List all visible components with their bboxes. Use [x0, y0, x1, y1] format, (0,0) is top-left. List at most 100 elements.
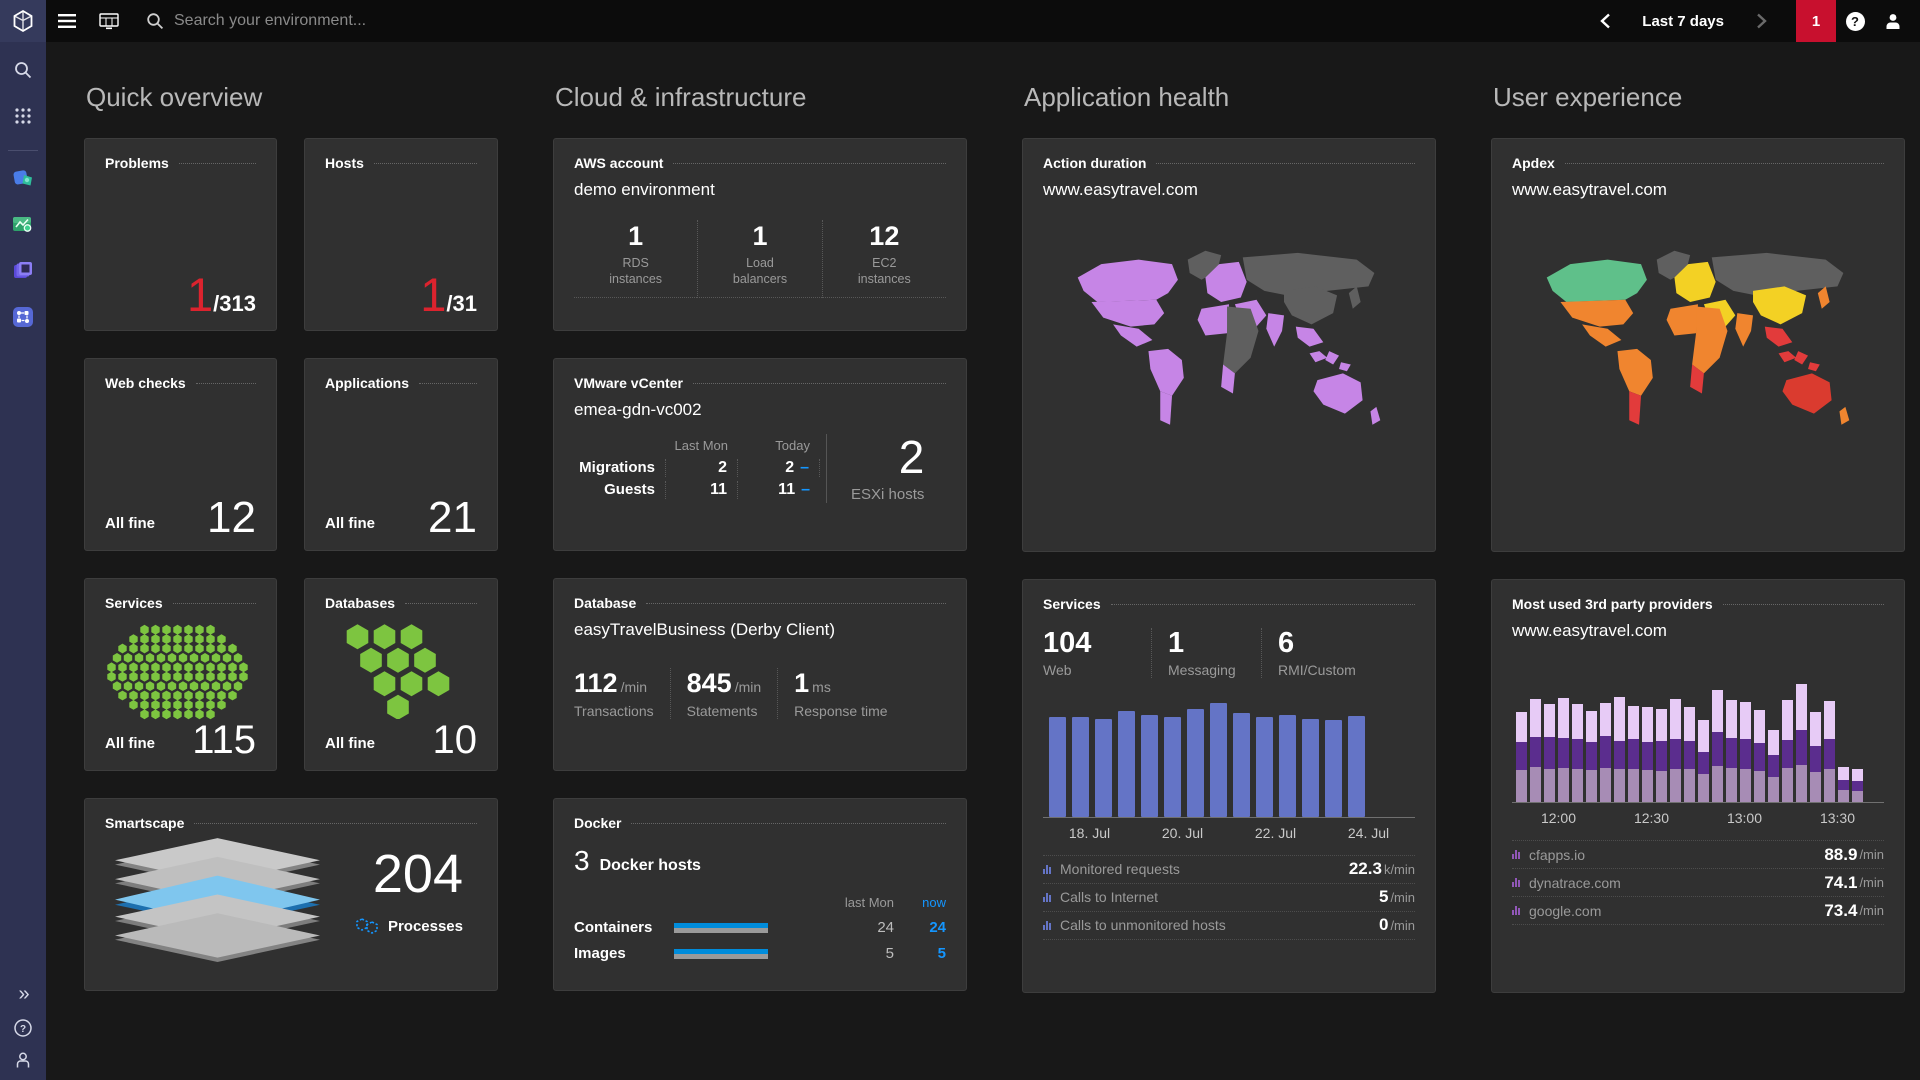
- images-sparkbar: [674, 948, 768, 959]
- tile-title: Smartscape: [105, 815, 185, 831]
- tile-hosts[interactable]: Hosts 1/31: [304, 138, 498, 331]
- help-icon[interactable]: ?: [1836, 0, 1874, 42]
- title-rule: [1110, 603, 1415, 605]
- map-region-argentina: [1629, 391, 1642, 425]
- tile-apdex[interactable]: Apdex www.easytravel.com: [1491, 138, 1905, 552]
- provider-row-google[interactable]: google.com 73.4/min: [1512, 897, 1884, 925]
- docker-hosts-count: 3: [574, 845, 590, 876]
- map-region-usa: [1560, 299, 1634, 327]
- help-circle-icon[interactable]: ?: [13, 1018, 33, 1038]
- map-region-new_zealand: [1839, 406, 1850, 425]
- title-rule: [172, 602, 256, 604]
- tile-title: Hosts: [325, 155, 364, 171]
- map-region-japan: [1348, 286, 1361, 309]
- status-label: All fine: [325, 735, 376, 752]
- map-region-usa: [1091, 299, 1165, 327]
- docker-table: last Mon now Containers 24 24 Images 5 5: [574, 895, 946, 962]
- tile-docker[interactable]: Docker 3 Docker hosts last Mon now Conta…: [553, 798, 967, 991]
- search-bar[interactable]: [134, 12, 1586, 30]
- title-rule: [631, 822, 946, 824]
- smartscape-layers-icon: [115, 838, 320, 962]
- db-stat-statements: 845/min Statements: [669, 668, 778, 719]
- map-region-india: [1735, 313, 1754, 347]
- tile-database[interactable]: Database easyTravelBusiness (Derby Clien…: [553, 578, 967, 771]
- title-rule: [405, 602, 477, 604]
- provider-row-cfapps[interactable]: cfapps.io 88.9/min: [1512, 841, 1884, 869]
- providers-chart-x-axis: 12:00 12:30 13:00 13:30: [1540, 810, 1856, 826]
- application-name: www.easytravel.com: [1512, 180, 1667, 199]
- section-header-quick-overview: Quick overview: [86, 82, 263, 112]
- application-name: www.easytravel.com: [1512, 621, 1667, 640]
- sidebar-search-icon[interactable]: [0, 52, 46, 88]
- tile-services-health[interactable]: Services 104 Web 1 Messaging 6 RMI/Custo…: [1022, 579, 1436, 993]
- expand-sidebar-icon[interactable]: »: [18, 983, 29, 1006]
- esxi-hosts-stat: 2 ESXi hosts: [826, 434, 924, 503]
- processes-count: 204: [372, 844, 463, 904]
- processes-label: Processes: [387, 917, 463, 935]
- workflows-app-icon[interactable]: [0, 299, 46, 335]
- provider-row-dynatrace[interactable]: dynatrace.com 74.1/min: [1512, 869, 1884, 897]
- tile-services-overview[interactable]: Services All fine 115: [84, 578, 277, 771]
- services-stat-rmi: 6 RMI/Custom: [1261, 627, 1372, 678]
- problems-badge[interactable]: 1: [1796, 0, 1836, 42]
- map-region-china: [1753, 286, 1807, 325]
- db-stat-response-time: 1 ms Response time: [777, 668, 903, 719]
- menu-icon[interactable]: [46, 0, 88, 42]
- services-bar-chart: [1043, 700, 1415, 818]
- tile-title: Web checks: [105, 375, 186, 391]
- hosts-problem-count: 1: [420, 268, 447, 321]
- apps-grid-icon[interactable]: [0, 98, 46, 134]
- tile-vmware[interactable]: VMware vCenter emea-gdn-vc002 Last Mon T…: [553, 358, 967, 551]
- tile-web-checks[interactable]: Web checks All fine 12: [84, 358, 277, 551]
- docker-hosts-label: Docker hosts: [599, 857, 701, 874]
- section-header-cloud: Cloud & infrastructure: [555, 82, 807, 112]
- sidebar: » ?: [0, 0, 46, 1080]
- database-name: easyTravelBusiness (Derby Client): [574, 620, 836, 639]
- search-input[interactable]: [174, 12, 594, 30]
- time-forward-button[interactable]: [1742, 0, 1780, 42]
- app-logo[interactable]: [0, 0, 46, 42]
- tile-databases-overview[interactable]: Databases All fine 10: [304, 578, 498, 771]
- observability-app-icon[interactable]: [0, 161, 46, 197]
- cube-logo-icon: [13, 9, 33, 33]
- tile-title: VMware vCenter: [574, 375, 683, 391]
- tile-applications[interactable]: Applications All fine 21: [304, 358, 498, 551]
- db-stat-transactions: 112/min Transactions: [574, 668, 654, 719]
- services-stat-web: 104 Web: [1043, 627, 1092, 678]
- problems-total: /313: [213, 291, 256, 316]
- analytics-app-icon[interactable]: [0, 207, 46, 243]
- map-region-china: [1284, 286, 1338, 325]
- tile-smartscape[interactable]: Smartscape 204 Processes: [84, 798, 498, 991]
- map-region-india: [1266, 313, 1285, 347]
- services-hex-cluster: [106, 624, 248, 720]
- map-region-canada: [1546, 259, 1647, 303]
- tile-3rd-party-providers[interactable]: Most used 3rd party providers www.easytr…: [1491, 579, 1905, 993]
- svg-text:?: ?: [20, 1024, 26, 1035]
- title-rule: [1564, 162, 1884, 164]
- time-back-button[interactable]: [1586, 0, 1624, 42]
- tile-action-duration[interactable]: Action duration www.easytravel.com: [1022, 138, 1436, 552]
- vmware-table: Last Mon Today Migrations 2 2– Guests 11…: [574, 434, 820, 503]
- search-icon: [146, 12, 164, 30]
- map-region-africa_main: [1692, 306, 1728, 374]
- tile-title: AWS account: [574, 155, 664, 171]
- user-icon[interactable]: [1874, 0, 1912, 42]
- stat-row-calls-unmonitored[interactable]: Calls to unmonitored hosts 0/min: [1043, 912, 1415, 940]
- time-range-label[interactable]: Last 7 days: [1642, 13, 1724, 30]
- title-rule: [1156, 162, 1415, 164]
- tile-problems[interactable]: Problems 1/313: [84, 138, 277, 331]
- tile-title: Database: [574, 595, 637, 611]
- application-name: www.easytravel.com: [1043, 180, 1198, 199]
- stat-row-monitored-requests[interactable]: Monitored requests 22.3 k/min: [1043, 856, 1415, 884]
- infrastructure-app-icon[interactable]: [0, 253, 46, 289]
- stat-row-calls-internet[interactable]: Calls to Internet 5/min: [1043, 884, 1415, 912]
- dashboards-icon[interactable]: [88, 0, 130, 42]
- profile-icon[interactable]: [13, 1050, 33, 1070]
- title-rule: [646, 602, 946, 604]
- web-checks-count: 12: [207, 492, 256, 542]
- status-label: All fine: [325, 515, 376, 532]
- mini-bars-icon: [1512, 878, 1520, 887]
- tile-aws-account[interactable]: AWS account demo environment 1 RDS instan…: [553, 138, 967, 331]
- section-header-app-health: Application health: [1024, 82, 1230, 112]
- title-rule: [373, 162, 477, 164]
